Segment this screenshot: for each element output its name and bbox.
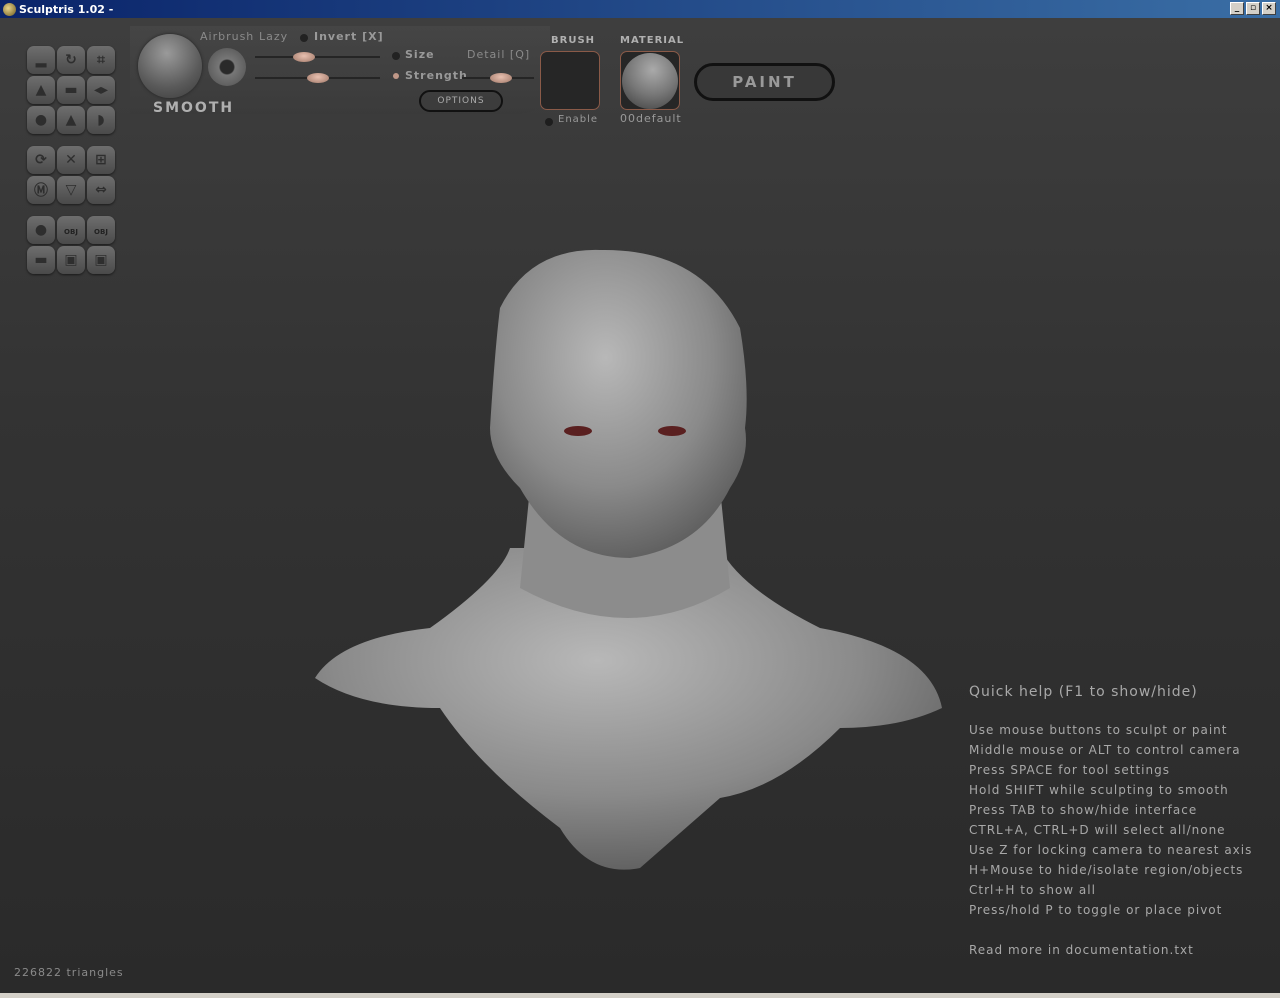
detail-slider[interactable]: [462, 73, 534, 83]
flatten-tool-button[interactable]: ▬: [57, 76, 85, 104]
3d-viewport[interactable]: ▂ ↻ ⌗ ▲ ▬ ◂▸ ● ▲ ◗ ⟳ ✕ ⊞ Ⓜ ▽ ⇔ ● OBJ OBJ ▬ ▣ ▣ SMOOTH Airbru…: [0, 18, 1280, 993]
mirror-icon: ⇔: [95, 182, 107, 198]
plane-icon: ▬: [34, 252, 48, 268]
crease-icon: ▲: [65, 112, 77, 128]
sphere-icon: ●: [34, 222, 48, 238]
size-label: Size: [405, 48, 435, 61]
material-slot[interactable]: [620, 51, 680, 110]
obj-label: OBJ: [94, 228, 108, 236]
symmetry-icon: ⟳: [35, 152, 47, 168]
crease-tool-button[interactable]: ▲: [57, 106, 85, 134]
mask-tool-button[interactable]: Ⓜ: [27, 176, 55, 204]
mirror-tool-button[interactable]: ⇔: [87, 176, 115, 204]
help-line: Press/hold P to toggle or place pivot: [969, 903, 1223, 917]
save-tool-button[interactable]: ▣: [87, 246, 115, 274]
minimize-button[interactable]: _: [1230, 2, 1244, 15]
wireframe-icon: ✕: [65, 152, 77, 168]
inflate-icon: ▲: [35, 82, 47, 98]
invert-indicator[interactable]: [300, 34, 308, 42]
size-indicator: [392, 52, 400, 60]
draw-tool-button[interactable]: ▂: [27, 46, 55, 74]
grid-icon: ⊞: [95, 152, 107, 168]
crop-tool-button[interactable]: ⌗: [87, 46, 115, 74]
help-line: Use mouse buttons to sculpt or paint: [969, 723, 1228, 737]
symmetry-tool-button[interactable]: ⟳: [27, 146, 55, 174]
invert-label[interactable]: Invert [X]: [314, 30, 384, 43]
strength-slider-handle[interactable]: [307, 73, 329, 83]
airbrush-label[interactable]: Airbrush: [200, 30, 254, 43]
reduce-icon: ▽: [65, 182, 77, 198]
pinch-icon: ◂▸: [93, 82, 109, 98]
app-logo-icon: [3, 2, 16, 16]
detail-label: Detail [Q]: [467, 48, 531, 61]
material-name: 00default: [620, 112, 682, 125]
help-line: Hold SHIFT while sculpting to smooth: [969, 783, 1229, 797]
open-tool-button[interactable]: ▣: [57, 246, 85, 274]
triangle-count: 226822 triangles: [14, 966, 124, 979]
maximize-button[interactable]: ▫: [1246, 2, 1260, 15]
title-bar: Sculptris 1.02 - _ ▫ ×: [0, 0, 1280, 18]
window-title: Sculptris 1.02 -: [19, 2, 114, 16]
help-line: CTRL+A, CTRL+D will select all/none: [969, 823, 1226, 837]
help-line: Ctrl+H to show all: [969, 883, 1096, 897]
sphere-tool-button[interactable]: ●: [27, 216, 55, 244]
strength-label: Strength: [405, 69, 468, 82]
enable-indicator[interactable]: [545, 118, 553, 126]
strength-slider[interactable]: [255, 73, 380, 83]
bust-eye-right: [658, 426, 686, 436]
export-obj-icon: OBJ: [94, 222, 108, 238]
lazy-label[interactable]: Lazy: [259, 30, 288, 43]
save-icon: ▣: [94, 252, 108, 268]
help-line: Press SPACE for tool settings: [969, 763, 1170, 777]
strength-indicator: [393, 73, 399, 79]
import-obj-icon: OBJ: [64, 222, 78, 238]
help-line: Middle mouse or ALT to control camera: [969, 743, 1241, 757]
paint-button[interactable]: PAINT: [694, 63, 835, 101]
brush-name: SMOOTH: [153, 100, 235, 116]
close-button[interactable]: ×: [1262, 2, 1276, 15]
inflate-tool-button[interactable]: ▲: [27, 76, 55, 104]
grab-icon: ●: [34, 112, 48, 128]
smooth-icon: ◗: [97, 112, 105, 128]
help-line: Press TAB to show/hide interface: [969, 803, 1198, 817]
pinch-tool-button[interactable]: ◂▸: [87, 76, 115, 104]
bust-eye-left: [564, 426, 592, 436]
mask-icon: Ⓜ: [34, 183, 48, 199]
enable-label[interactable]: Enable: [558, 114, 598, 125]
obj-label: OBJ: [64, 228, 78, 236]
window-bottom-border: [0, 993, 1280, 998]
wireframe-tool-button[interactable]: ✕: [57, 146, 85, 174]
material-sphere-icon: [622, 53, 678, 109]
sculpt-model[interactable]: [300, 228, 960, 878]
flatten-icon: ▬: [64, 82, 78, 98]
grid-tool-button[interactable]: ⊞: [87, 146, 115, 174]
airbrush-toggle[interactable]: [208, 48, 246, 86]
grab-tool-button[interactable]: ●: [27, 106, 55, 134]
material-title: MATERIAL: [620, 35, 685, 46]
size-slider[interactable]: [255, 52, 380, 62]
rotate-tool-button[interactable]: ↻: [57, 46, 85, 74]
plane-tool-button[interactable]: ▬: [27, 246, 55, 274]
brush-preview-sphere[interactable]: [138, 34, 202, 98]
help-line: Use Z for locking camera to nearest axis: [969, 843, 1253, 857]
crop-icon: ⌗: [97, 52, 105, 68]
help-footer: Read more in documentation.txt: [969, 943, 1194, 957]
smooth-tool-button[interactable]: ◗: [87, 106, 115, 134]
help-title: Quick help (F1 to show/hide): [969, 684, 1198, 700]
rotate-icon: ↻: [65, 52, 77, 68]
brush-title: BRUSH: [551, 35, 596, 46]
import-obj-tool-button[interactable]: OBJ: [57, 216, 85, 244]
options-button[interactable]: OPTIONS: [419, 90, 503, 112]
size-slider-handle[interactable]: [293, 52, 315, 62]
brush-texture-slot[interactable]: [540, 51, 600, 110]
detail-slider-handle[interactable]: [490, 73, 512, 83]
open-icon: ▣: [64, 252, 78, 268]
help-line: H+Mouse to hide/isolate region/objects: [969, 863, 1244, 877]
reduce-tool-button[interactable]: ▽: [57, 176, 85, 204]
draw-icon: ▂: [35, 52, 47, 68]
export-obj-tool-button[interactable]: OBJ: [87, 216, 115, 244]
